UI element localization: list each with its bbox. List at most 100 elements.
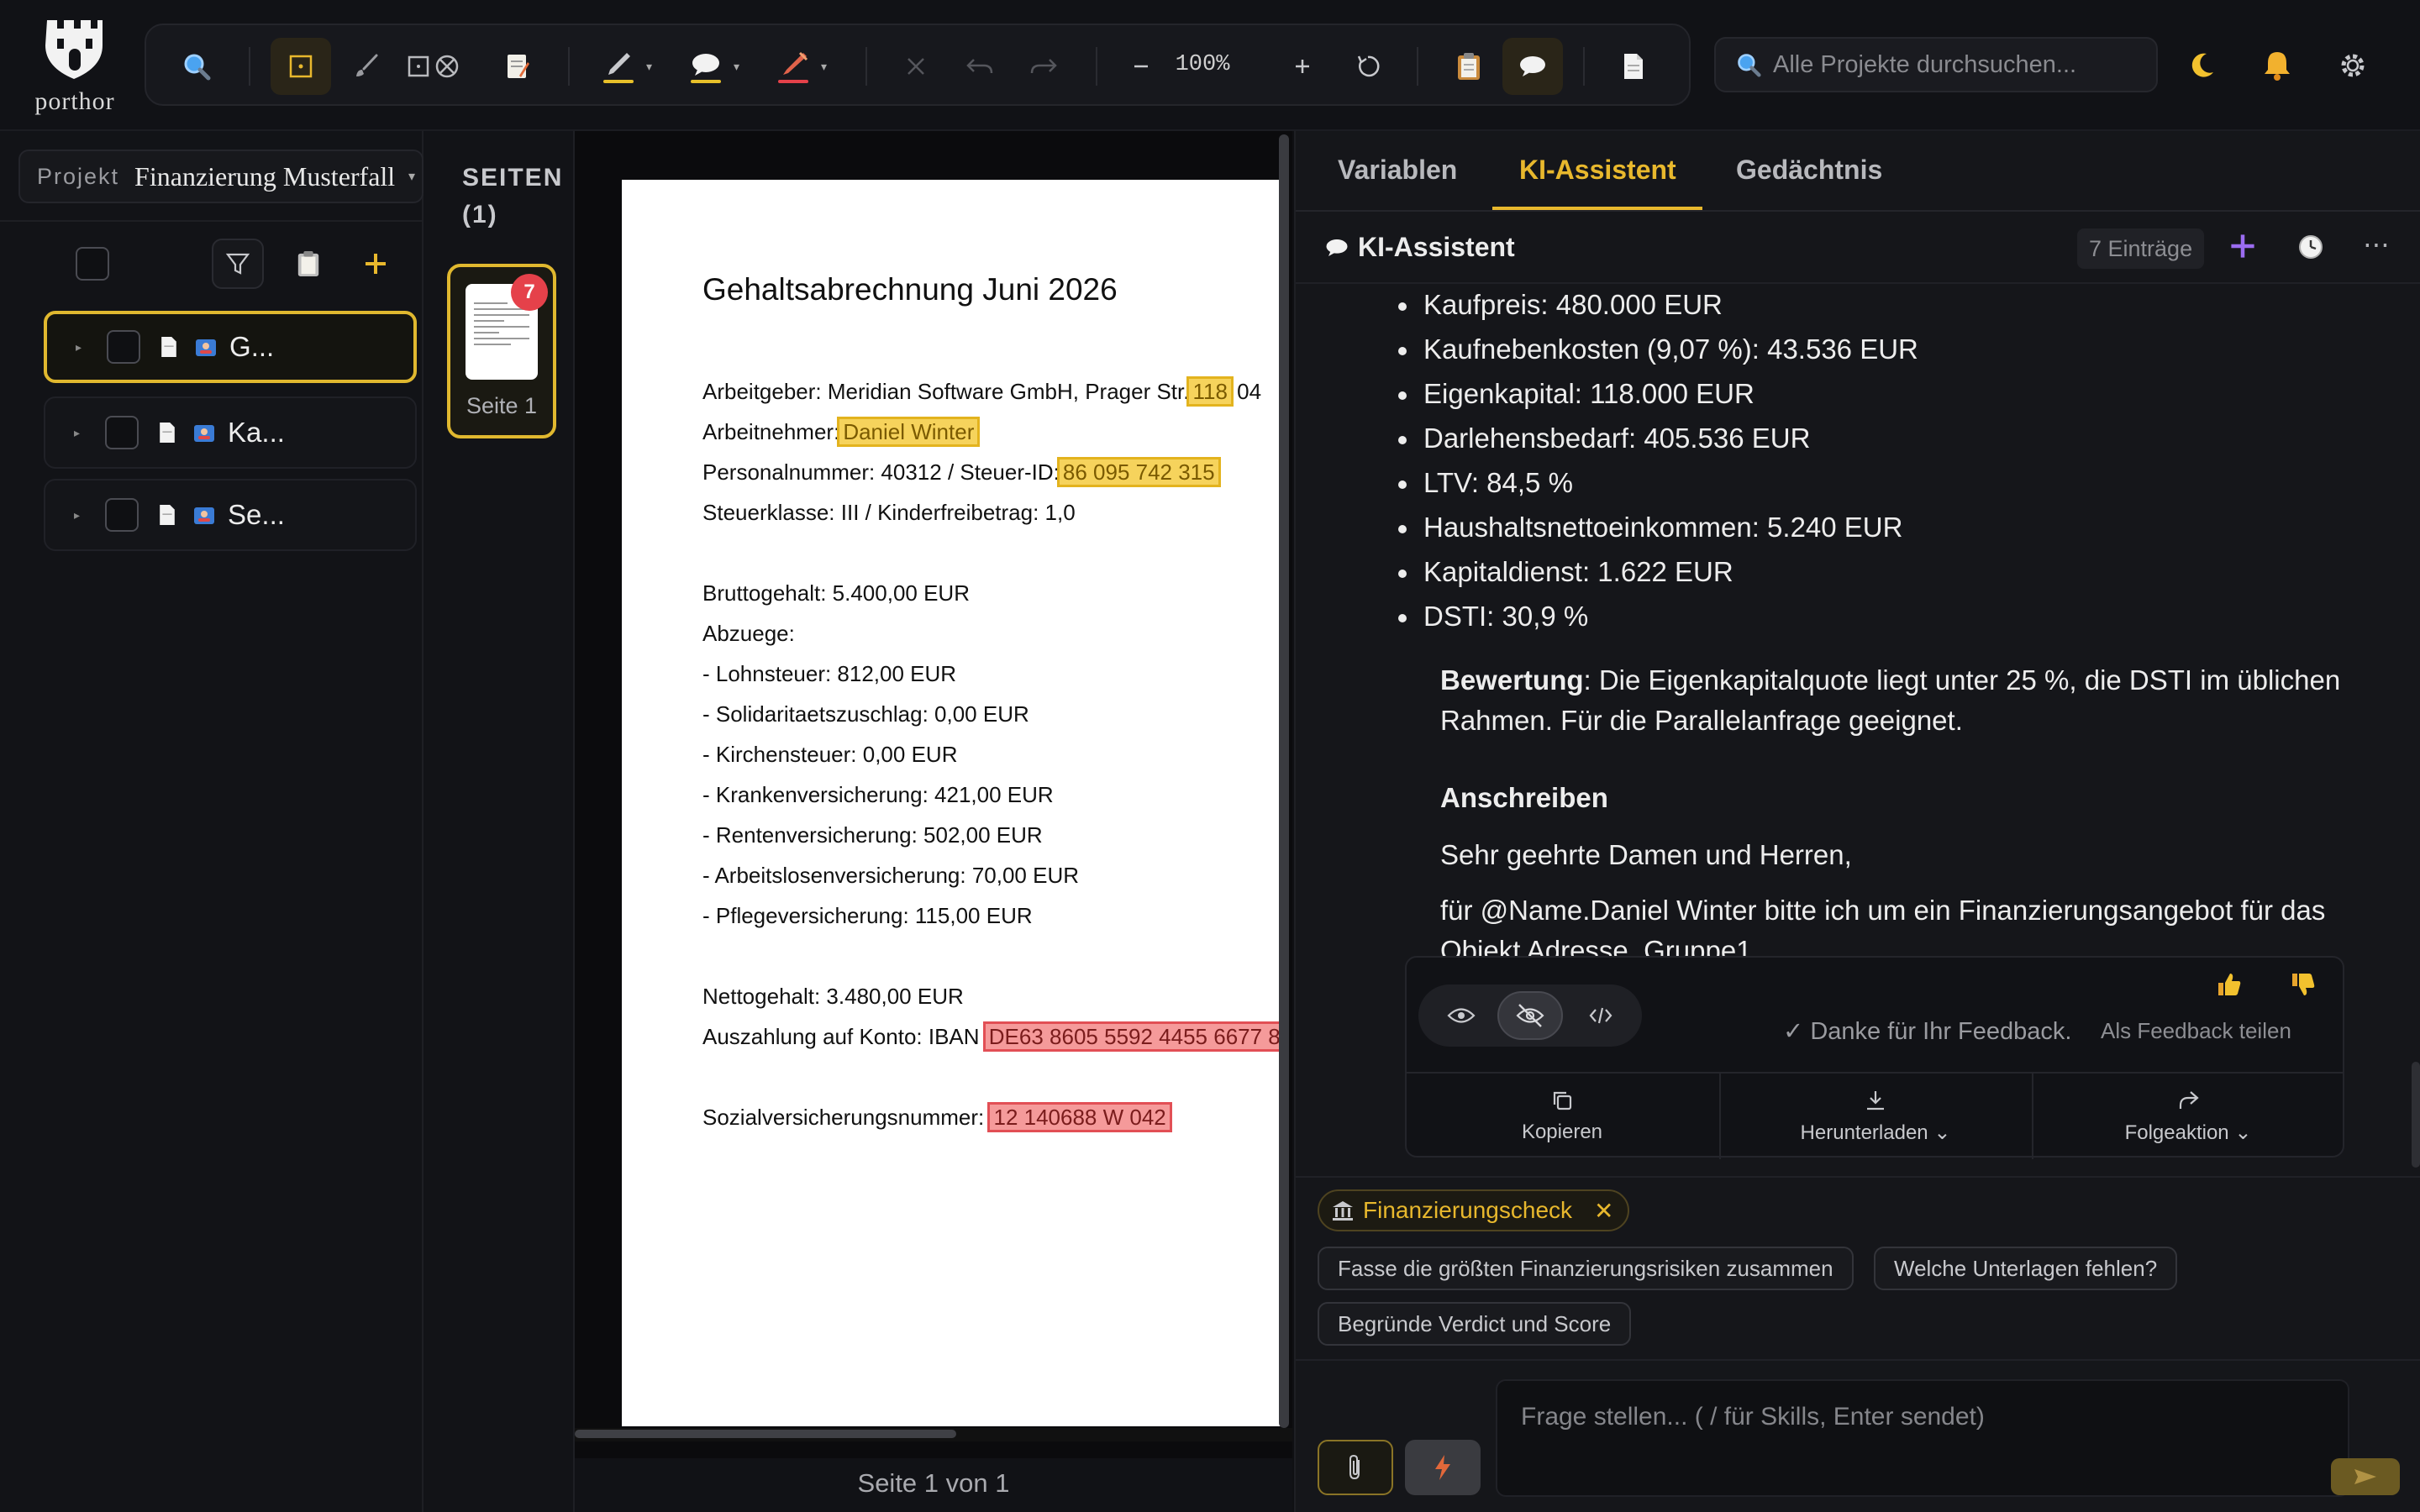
gear-icon <box>2341 54 2365 77</box>
tab-memory[interactable]: Gedächtnis <box>1736 155 1882 186</box>
comments-toggle-button[interactable] <box>1502 38 1563 95</box>
code-view-button[interactable] <box>1568 991 1634 1040</box>
document-viewer: Gehaltsabrechnung Juni 2026 Arbeitgeber:… <box>575 131 1292 1512</box>
entries-count-badge: 7 Einträge <box>2077 228 2205 269</box>
document-checkbox[interactable] <box>105 416 139 449</box>
metrics-list: Kaufpreis: 480.000 EUR Kaufnebenkosten (… <box>1381 284 1918 640</box>
document-item[interactable]: ▸ Se... <box>44 479 417 551</box>
suggestion-chip[interactable]: Fasse die größten Finanzierungsrisiken z… <box>1318 1247 1854 1290</box>
redact-color-button[interactable]: ▾ <box>763 38 827 95</box>
id-card-icon <box>194 507 215 524</box>
code-icon <box>1589 1007 1612 1024</box>
thumbs-up-button[interactable] <box>2212 968 2245 1001</box>
thumbs-down-button[interactable] <box>2286 968 2319 1001</box>
skills-button[interactable] <box>1405 1440 1481 1495</box>
redact-area-tool-button[interactable] <box>398 38 471 95</box>
chat-title: KI-Assistent <box>1324 232 1515 263</box>
select-all-checkbox[interactable] <box>76 247 109 281</box>
pen-icon <box>603 53 634 83</box>
brush-icon <box>356 54 378 76</box>
attach-button[interactable] <box>1318 1440 1393 1495</box>
note-tool-button[interactable] <box>487 38 548 95</box>
app-logo[interactable]: porthor <box>25 17 124 118</box>
clipboard-button[interactable] <box>1439 38 1499 95</box>
new-chat-button[interactable] <box>2228 232 2257 265</box>
active-skill-chip[interactable]: Finanzierungscheck ✕ <box>1318 1189 1629 1231</box>
rotate-button[interactable] <box>1338 38 1398 95</box>
suggestion-chip[interactable]: Welche Unterlagen fehlen? <box>1874 1247 2178 1290</box>
tab-variables[interactable]: Variablen <box>1338 155 1457 186</box>
document-page[interactable]: Gehaltsabrechnung Juni 2026 Arbeitgeber:… <box>622 180 1281 1426</box>
expand-arrow-icon[interactable]: ▸ <box>74 508 80 522</box>
marker-color-button[interactable]: ▾ <box>588 38 652 95</box>
chat-scrollbar[interactable] <box>2412 1062 2420 1168</box>
brush-tool-button[interactable] <box>336 38 397 95</box>
list-item: Eigenkapital: 118.000 EUR <box>1381 373 1918 417</box>
speech-bubble-icon <box>691 54 721 83</box>
magnifier-icon <box>1738 54 1761 77</box>
project-label: Projekt <box>37 163 120 189</box>
redo-button[interactable] <box>1013 38 1074 95</box>
list-item: Haushaltsnettoeinkommen: 5.240 EUR <box>1381 507 1918 551</box>
vertical-scrollbar[interactable] <box>1279 134 1289 1428</box>
page-button[interactable] <box>1603 38 1664 95</box>
redaction-highlight[interactable]: 118 <box>1186 376 1234 407</box>
redaction-highlight[interactable]: Daniel Winter <box>837 417 981 447</box>
download-button[interactable]: Herunterladen ⌄ <box>1719 1074 2030 1159</box>
redaction-highlight[interactable]: 12 140688 W 042 <box>987 1102 1172 1132</box>
document-checkbox[interactable] <box>105 498 139 532</box>
zoom-level: 100% <box>1175 52 1230 77</box>
follow-up-button[interactable]: Folgeaktion ⌄ <box>2032 1074 2343 1159</box>
copy-icon <box>1553 1091 1572 1110</box>
clipboard-icon <box>1458 53 1480 80</box>
message-actions: ✓ Danke für Ihr Feedback. Als Feedback t… <box>1405 956 2344 1159</box>
zoom-out-button[interactable] <box>1111 38 1171 95</box>
filter-button[interactable] <box>212 239 264 289</box>
notifications-button[interactable] <box>2252 40 2302 91</box>
project-selector[interactable]: Projekt Finanzierung Musterfall ▾ <box>18 150 424 203</box>
zoom-in-button[interactable] <box>1272 38 1333 95</box>
question-input[interactable] <box>1496 1379 2349 1497</box>
list-item: Kaufpreis: 480.000 EUR <box>1381 284 1918 328</box>
copy-button[interactable]: Kopieren <box>1407 1074 1718 1159</box>
search-tool-button[interactable] <box>166 38 227 95</box>
add-document-button[interactable] <box>350 239 402 289</box>
expand-arrow-icon[interactable]: ▸ <box>74 426 80 440</box>
rotate-icon <box>1357 55 1380 77</box>
pages-title: SEITEN (1) <box>462 164 564 228</box>
share-feedback-link[interactable]: Als Feedback teilen <box>2101 1018 2291 1044</box>
show-view-button[interactable] <box>1428 991 1494 1040</box>
close-icon <box>908 58 924 75</box>
suggestion-chip[interactable]: Begründe Verdict und Score <box>1318 1302 1632 1346</box>
history-button[interactable] <box>2297 234 2324 265</box>
clear-button[interactable] <box>886 38 946 95</box>
document-item[interactable]: ▸ G... <box>44 311 417 383</box>
bank-icon <box>1333 1201 1353 1221</box>
select-area-tool-button[interactable] <box>271 38 331 95</box>
redaction-highlight[interactable]: 86 095 742 315 <box>1056 457 1221 487</box>
global-search-input[interactable] <box>1773 50 2143 79</box>
skills-and-suggestions: Finanzierungscheck ✕ Fasse die größten F… <box>1296 1176 2420 1359</box>
global-search[interactable] <box>1714 37 2158 92</box>
horizontal-scrollbar[interactable] <box>575 1430 956 1438</box>
hide-view-button[interactable] <box>1497 991 1563 1040</box>
lightning-icon <box>1435 1455 1450 1480</box>
tab-ai-assistant[interactable]: KI-Assistent <box>1519 155 1676 186</box>
expand-arrow-icon[interactable]: ▸ <box>76 340 82 354</box>
share-arrow-icon <box>2179 1090 2199 1109</box>
speech-bubble-icon <box>1520 56 1545 76</box>
message-action-bar: Kopieren Herunterladen ⌄ Folgeaktion ⌄ <box>1407 1072 2343 1159</box>
remove-skill-icon[interactable]: ✕ <box>1594 1197 1613 1225</box>
undo-button[interactable] <box>950 38 1010 95</box>
comment-color-button[interactable]: ▾ <box>676 38 739 95</box>
moon-icon <box>2191 53 2213 77</box>
settings-button[interactable] <box>2328 40 2378 91</box>
theme-toggle-button[interactable] <box>2176 40 2227 91</box>
page-thumbnail[interactable]: 7 Seite 1 <box>447 264 556 438</box>
more-options-icon[interactable]: ⋯ <box>2363 228 2390 260</box>
document-checkbox[interactable] <box>107 330 141 364</box>
send-button[interactable] <box>2331 1458 2400 1495</box>
redaction-highlight[interactable]: DE63 8605 5592 4455 6677 8 <box>982 1021 1281 1052</box>
clipboard-button[interactable] <box>282 239 334 289</box>
document-item[interactable]: ▸ Ka... <box>44 396 417 469</box>
